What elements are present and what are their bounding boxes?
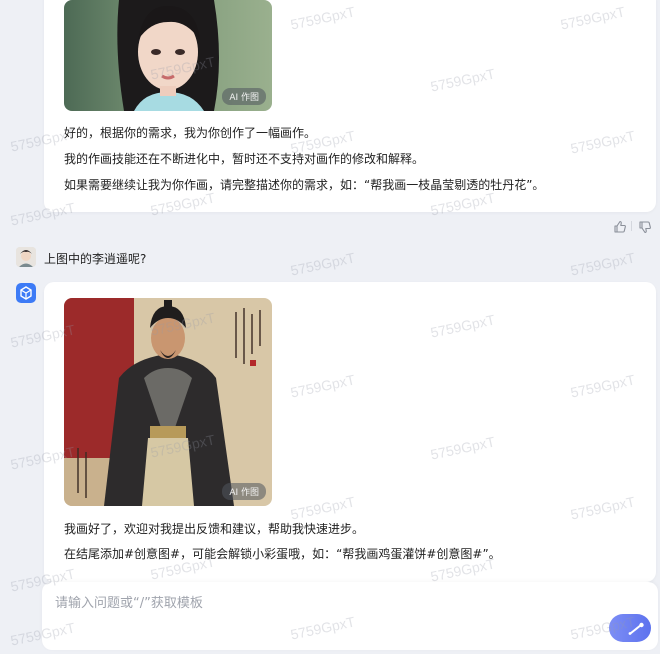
generated-image-1[interactable]: AI 作图 <box>64 0 272 111</box>
bot-avatar <box>16 283 36 303</box>
watermark-text: 5759GpxT <box>569 249 637 279</box>
bot-message-card-2: AI 作图 我画好了，欢迎对我提出反馈和建议，帮助我快速进步。 在结尾添加#创意… <box>44 282 656 582</box>
reply-line-1: 好的，根据你的需求，我为你创作了一幅画作。 <box>64 126 317 140</box>
thumbs-down-icon[interactable] <box>638 219 652 234</box>
reply-line-2: 我的作画技能还在不断进化中，暂时还不支持对画作的修改和解释。 <box>64 152 425 166</box>
bot-message-card-1: AI 作图 好的，根据你的需求，我为你创作了一幅画作。 我的作画技能还在不断进化… <box>44 0 656 212</box>
user-message: 上图中的李逍遥呢? <box>44 252 147 266</box>
cube-icon <box>20 286 32 300</box>
ai-image-badge: AI 作图 <box>222 483 266 500</box>
reply-line-2: 在结尾添加#创意图#，可能会解锁小彩蛋哦，如：“帮我画鸡蛋灌饼#创意图#”。 <box>64 547 501 561</box>
watermark-text: 5759GpxT <box>289 249 357 279</box>
user-avatar <box>16 247 36 267</box>
thumbs-up-icon[interactable] <box>613 219 627 233</box>
reply-line-3: 如果需要继续让我为你作画，请完整描述你的需求，如：“帮我画一枝晶莹剔透的牡丹花”… <box>64 178 545 192</box>
send-button[interactable] <box>609 614 651 642</box>
chat-input-placeholder[interactable]: 请输入问题或“/”获取模板 <box>55 592 203 611</box>
send-icon <box>628 622 644 635</box>
ai-image-badge: AI 作图 <box>222 88 266 105</box>
reply-line-1: 我画好了，欢迎对我提出反馈和建议，帮助我快速进步。 <box>64 522 365 536</box>
chat-input-box[interactable]: 请输入问题或“/”获取模板 <box>42 582 658 650</box>
generated-image-2[interactable]: AI 作图 <box>64 298 272 506</box>
portrait-man-painting <box>64 298 272 506</box>
feedback-divider <box>631 221 632 231</box>
